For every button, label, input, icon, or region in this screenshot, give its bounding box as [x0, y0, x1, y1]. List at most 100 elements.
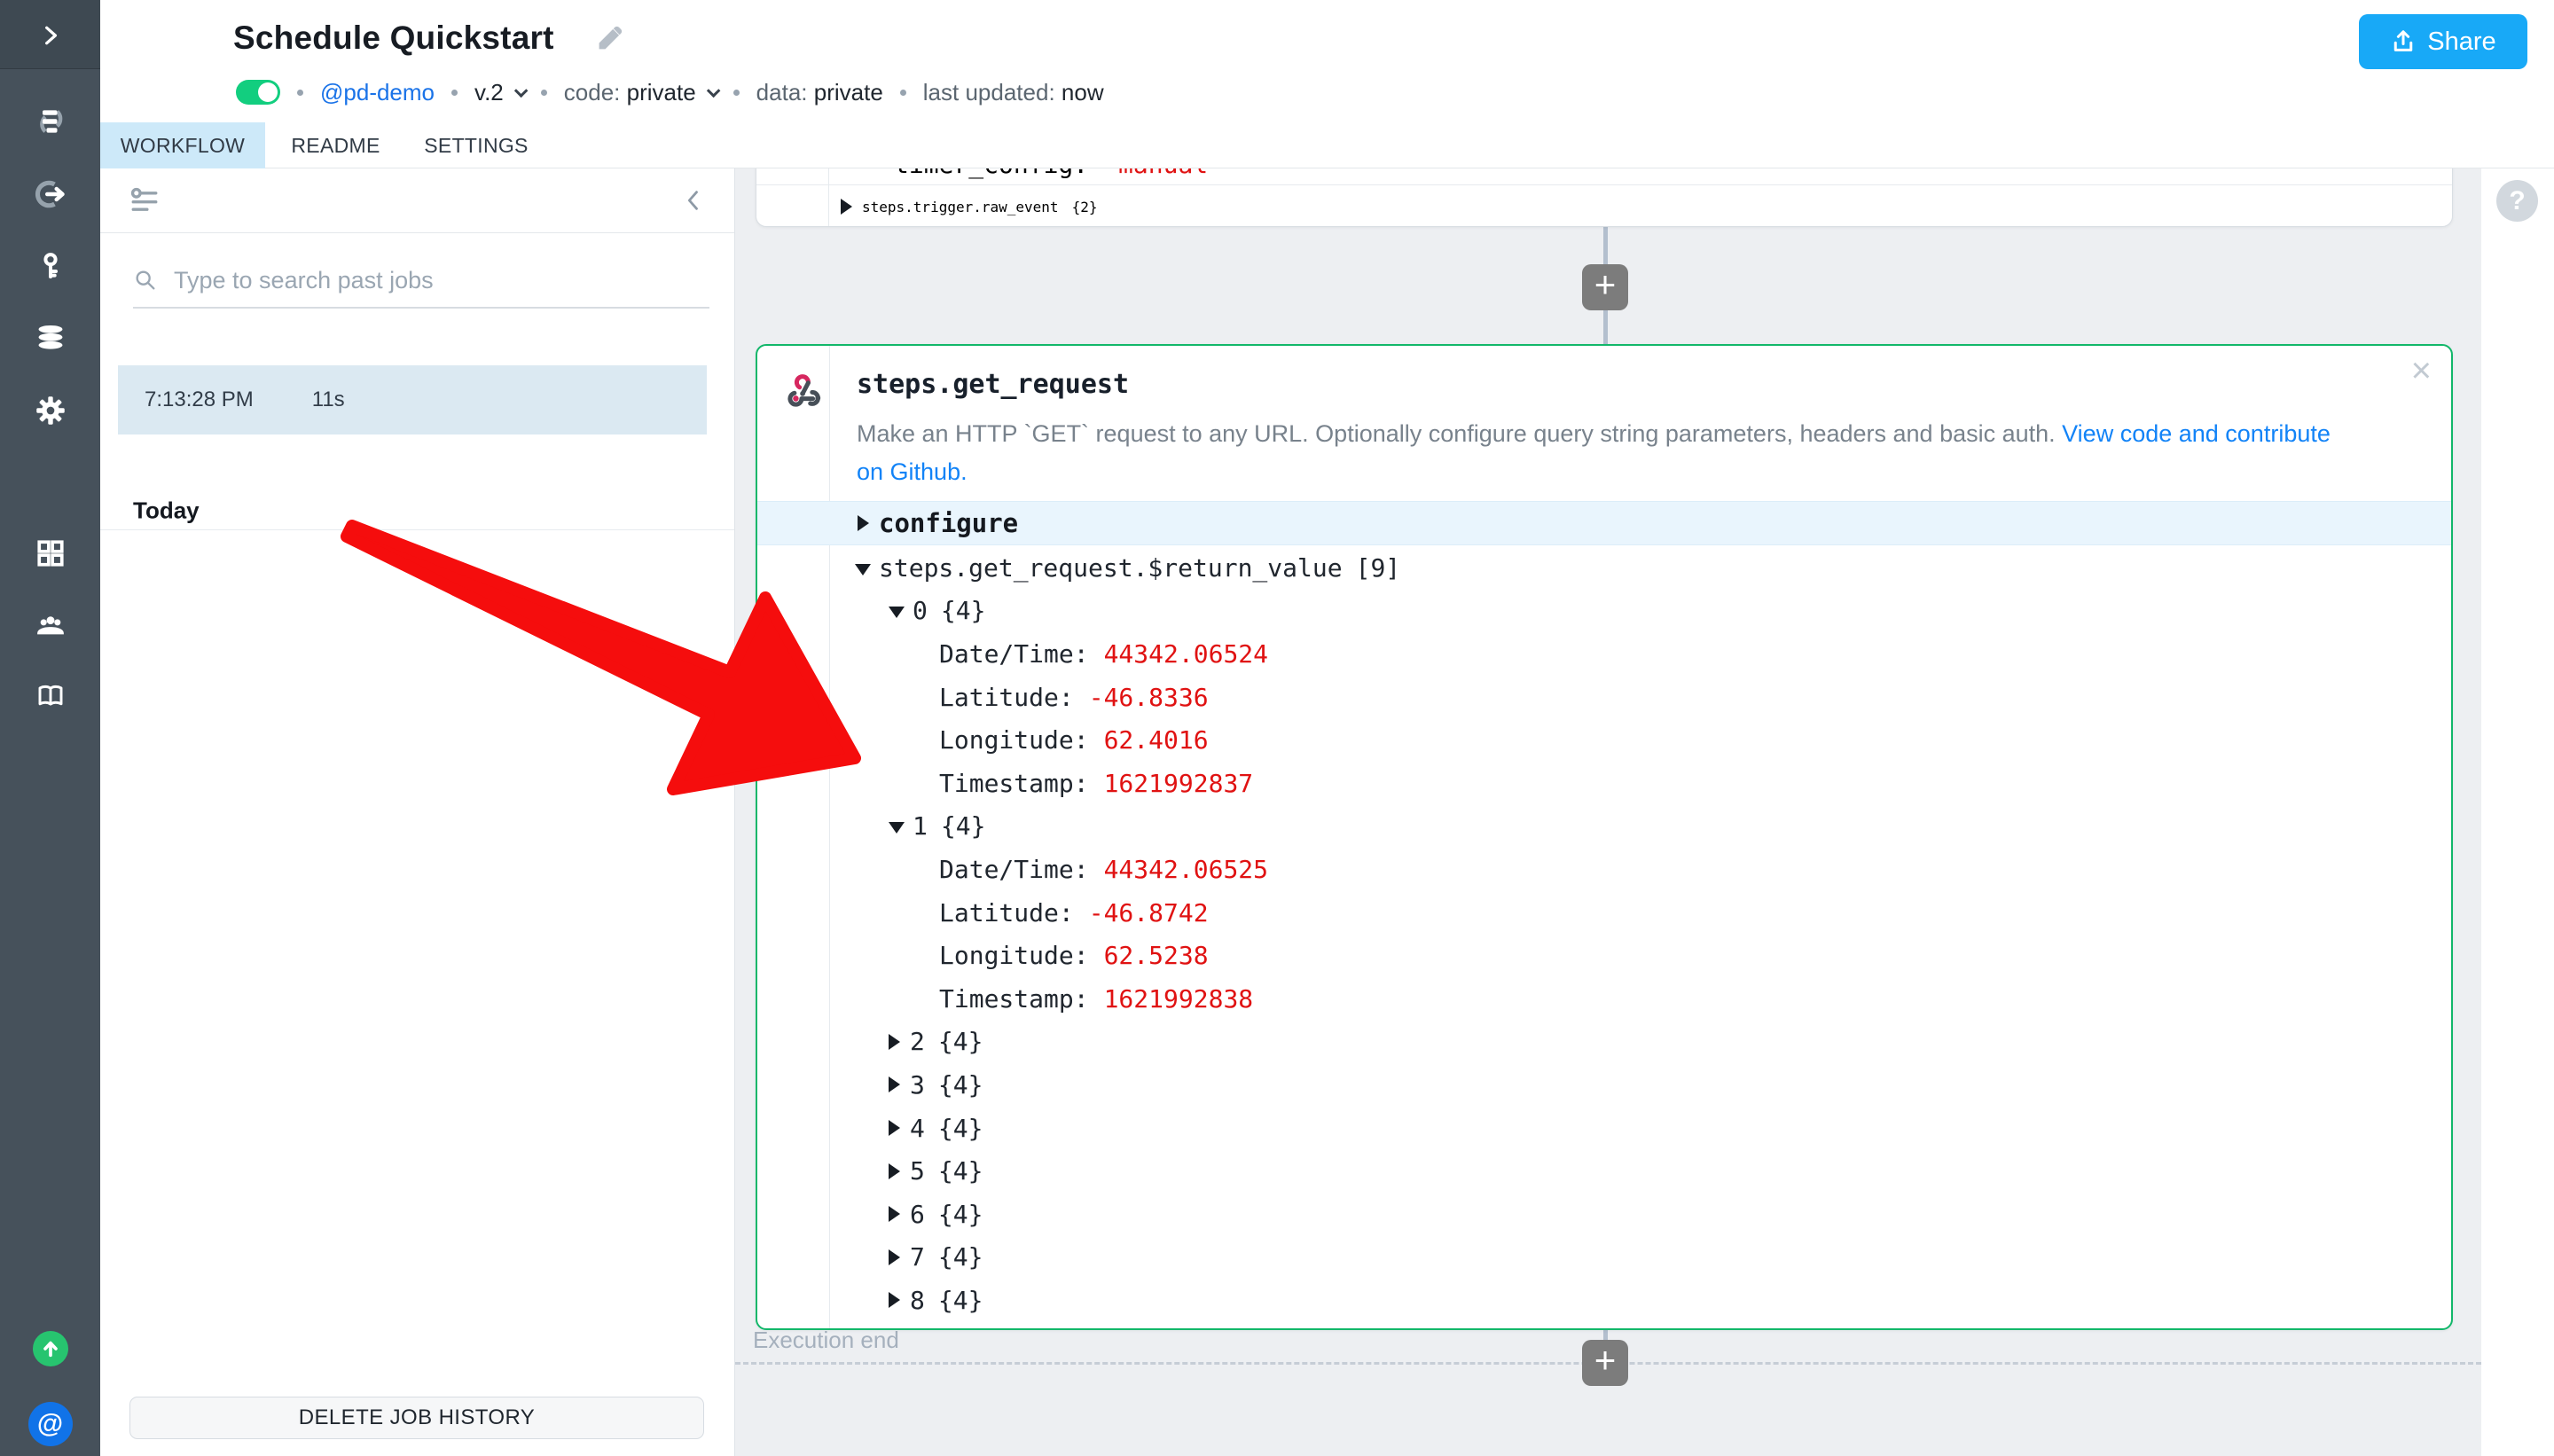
expand-icon [889, 1206, 900, 1222]
expand-icon [889, 1120, 900, 1136]
field-value: 1621992838 [1104, 984, 1254, 1014]
share-button[interactable]: Share [2359, 14, 2527, 69]
field-value: -46.8742 [1089, 898, 1209, 928]
tab-readme[interactable]: README [265, 122, 406, 168]
trigger-config-row: timer_config: manual [756, 168, 2452, 185]
tree-field: Longitude: 62.4016 [757, 718, 2451, 762]
collapse-icon [889, 607, 905, 618]
docs-book-icon[interactable] [35, 680, 67, 712]
settings-gear-icon[interactable] [35, 395, 67, 427]
sidebar: @ [0, 0, 100, 1456]
upgrade-icon[interactable] [33, 1331, 68, 1366]
help-button[interactable]: ? [2496, 180, 2538, 222]
app-window: @ Schedule Quickstart Share @pd-demo [0, 0, 2554, 1456]
workflows-icon[interactable] [35, 106, 67, 137]
tree-item-4[interactable]: 4 {4} [757, 1107, 2451, 1150]
chevron-down-icon [514, 83, 529, 98]
header: Schedule Quickstart Share @pd-demo v.2 [100, 0, 2554, 122]
expand-icon [889, 1163, 900, 1179]
expand-icon [889, 1249, 900, 1265]
owner-link[interactable]: @pd-demo [320, 79, 435, 106]
configure-label: configure [879, 508, 1018, 538]
field-label: Date/Time: [939, 855, 1089, 884]
get-request-step-card[interactable]: steps.get_request × Make an HTTP `GET` r… [756, 344, 2453, 1330]
event-sources-icon[interactable] [35, 178, 67, 210]
trigger-step-card[interactable]: timer_config: manual steps.trigger.raw_e… [756, 168, 2453, 227]
return-value-tree: steps.get_request.$return_value [9] 0 {4… [757, 546, 2451, 1322]
dot-separator [297, 90, 303, 96]
page-title: Schedule Quickstart [233, 20, 554, 57]
add-step-button[interactable]: + [1582, 1340, 1628, 1386]
field-label: Latitude: [939, 683, 1074, 712]
expand-icon [841, 199, 852, 215]
field-label: Timestamp: [939, 984, 1089, 1014]
field-label: Longitude: [939, 941, 1089, 970]
collapse-icon [855, 564, 871, 575]
share-icon [2390, 28, 2417, 55]
tree-item-0[interactable]: 0 {4} [757, 590, 2451, 633]
field-value: -46.8336 [1089, 683, 1209, 712]
apps-grid-icon[interactable] [35, 537, 67, 569]
tree-item-7[interactable]: 7 {4} [757, 1236, 2451, 1280]
tree-item-8[interactable]: 8 {4} [757, 1279, 2451, 1322]
return-value-label: steps.get_request.$return_value [879, 553, 1343, 583]
expand-nav-icon[interactable] [35, 20, 67, 51]
tab-settings[interactable]: SETTINGS [406, 122, 546, 168]
jobs-toolbar [100, 168, 734, 233]
field-label: Timestamp: [939, 769, 1089, 798]
deploy-toggle[interactable] [236, 80, 280, 105]
close-icon[interactable]: × [2411, 353, 2432, 388]
dot-separator [541, 90, 547, 96]
jobs-section-label: Today [133, 497, 200, 525]
field-value: 44342.06525 [1104, 855, 1268, 884]
dot-separator [900, 90, 906, 96]
field-label: Latitude: [939, 898, 1074, 928]
code-visibility-dropdown[interactable]: code: private [564, 79, 717, 106]
dot-separator [451, 90, 458, 96]
sql-database-icon[interactable] [35, 322, 67, 354]
tab-workflow[interactable]: WORKFLOW [100, 122, 265, 168]
tree-item-2[interactable]: 2 {4} [757, 1021, 2451, 1064]
field-value: 62.4016 [1104, 725, 1209, 755]
tree-field: Latitude: -46.8742 [757, 891, 2451, 935]
tree-item-1[interactable]: 1 {4} [757, 805, 2451, 849]
edit-title-icon[interactable] [593, 23, 625, 55]
job-row[interactable]: 7:13:28 PM 11s [118, 365, 707, 434]
tree-root-row[interactable]: steps.get_request.$return_value [9] [757, 546, 2451, 590]
configure-section-toggle[interactable]: configure [757, 501, 2451, 545]
webhook-icon [784, 371, 825, 411]
expand-icon [889, 1076, 900, 1092]
trigger-raw-event-row[interactable]: steps.trigger.raw_event {2} [756, 185, 2452, 228]
raw-event-count: {2} [1072, 199, 1098, 215]
add-step-button[interactable]: + [1582, 264, 1628, 310]
help-rail: ? [2481, 168, 2554, 1456]
divider [100, 529, 734, 530]
timer-config-value: manual [1118, 168, 1208, 179]
search-input[interactable] [174, 267, 670, 294]
share-label: Share [2427, 27, 2495, 57]
tree-item-5[interactable]: 5 {4} [757, 1149, 2451, 1193]
delete-job-history-button[interactable]: DELETE JOB HISTORY [129, 1397, 704, 1439]
workflow-canvas: Execution end timer_config: manual steps… [735, 168, 2481, 1456]
step-name: steps.get_request [857, 369, 1129, 400]
tree-item-6[interactable]: 6 {4} [757, 1193, 2451, 1236]
expand-icon [858, 515, 869, 531]
tree-field: Timestamp: 1621992837 [757, 762, 2451, 805]
workflow-meta-bar: @pd-demo v.2 code: private data: private… [236, 76, 1104, 108]
jobs-panel: Today 7:13:28 PM 11s DELETE JOB HISTORY [100, 168, 735, 1456]
expand-icon [889, 1034, 900, 1050]
job-filter-icon[interactable] [129, 186, 160, 216]
last-updated: last updated: now [923, 79, 1104, 106]
tree-item-3[interactable]: 3 {4} [757, 1063, 2451, 1107]
version-dropdown[interactable]: v.2 [474, 79, 524, 106]
expand-icon [889, 1292, 900, 1308]
collapse-panel-icon[interactable] [681, 188, 706, 213]
field-value: 44342.06524 [1104, 639, 1268, 669]
data-visibility: data: private [756, 79, 883, 106]
community-people-icon[interactable] [35, 609, 67, 641]
dot-separator [733, 90, 740, 96]
tree-field: Date/Time: 44342.06524 [757, 632, 2451, 676]
avatar[interactable]: @ [28, 1402, 73, 1446]
accounts-key-icon[interactable] [35, 250, 67, 282]
job-duration: 11s [312, 387, 345, 412]
